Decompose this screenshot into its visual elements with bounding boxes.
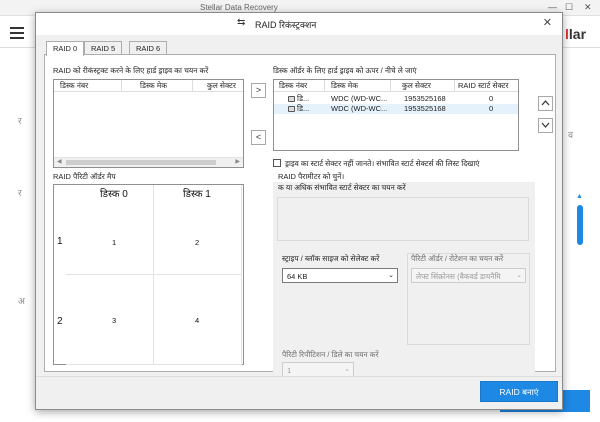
parity-map-header: डिस्क 0 [100,189,128,200]
chevron-down-icon: ⌄ [516,272,522,279]
background-text-fragment: अ [18,296,25,306]
background-text-fragment: र [18,116,22,126]
parity-map-cell: 3 [112,316,117,325]
parity-repetition-label: पैरिटी रिपीटिशन / डिले का चयन करें [282,350,379,359]
chevron-down-icon [541,122,550,128]
parity-order-select[interactable]: लेफ्ट सिंक्रोनस (बैकवर्ड डायनैमि ⌄ [411,268,526,283]
tab-raid-0[interactable]: RAID 0 [46,41,85,56]
disk-number-cell: डि... [288,104,309,114]
start-sector-cell: 0 [489,104,494,113]
parity-order-value: लेफ्ट सिंक्रोनस (बैकवर्ड डायनैमि [416,272,501,281]
app-logo: llar [565,26,587,42]
parity-map-label: RAID पैरिटी ऑर्डर मैप [53,172,116,181]
tab-raid-6[interactable]: RAID 6 [129,41,168,55]
maximize-icon[interactable]: ☐ [565,2,573,13]
parity-map-row-label: 1 [57,236,63,247]
dialog-titlebar: ⇆ RAID रिकंस्ट्रक्शन ✕ [36,13,562,35]
app-close-icon[interactable]: ✕ [584,2,592,13]
total-sectors-cell: 1953525168 [404,104,446,113]
available-drives-header: डिस्क नंबर डिस्क मेक कुल सेक्टर [54,80,243,92]
move-right-button[interactable]: > [251,83,266,98]
chevron-down-icon: ⌄ [344,366,350,373]
column-disk-make[interactable]: डिस्क मेक [331,81,358,91]
tab-content-raid-0: RAID को रीकंस्ट्रक्ट करने के लिए हार्ड ड… [44,54,556,377]
disk-order-label: डिस्क ऑर्डर के लिए हार्ड ड्राइव को ऊपर /… [273,66,417,75]
total-sectors-cell: 1953525168 [404,94,446,103]
scrollbar-thumb[interactable] [66,160,216,165]
chevron-up-icon [541,100,550,106]
column-raid-start-sector[interactable]: RAID स्टार्ट सेक्टर [458,81,509,91]
start-sector-cell: 0 [489,94,494,103]
parity-repetition-select[interactable]: 1 ⌄ [282,362,354,377]
close-icon[interactable]: ✕ [543,16,552,29]
parity-map-cell: 2 [195,238,200,247]
parity-map-cell: 4 [195,316,200,325]
select-drives-label: RAID को रीकंस्ट्रक्ट करने के लिए हार्ड ड… [53,66,209,75]
disk-number-cell: डि... [288,94,309,104]
disk-row[interactable]: डि... WDC (WD-WC... 1953525168 0 [274,94,518,104]
swap-arrows-icon: ⇆ [237,17,246,28]
move-down-button[interactable] [538,118,553,133]
available-drives-list[interactable]: डिस्क नंबर डिस्क मेक कुल सेक्टर ◀ ▶ [53,79,244,168]
column-total-sectors[interactable]: कुल सेक्टर [402,81,431,91]
column-disk-number[interactable]: डिस्क नंबर [279,81,307,91]
parity-order-group [407,253,530,345]
column-disk-number[interactable]: डिस्क नंबर [60,81,88,91]
minimize-icon[interactable]: — [548,2,557,12]
parity-order-label: पैरिटी ऑर्डर / रोटेशन का चयन करें [411,254,504,263]
horizontal-scrollbar[interactable]: ◀ ▶ [54,157,243,167]
chevron-down-icon: ⌄ [388,272,394,279]
raid-reconstruction-dialog: ⇆ RAID रिकंस्ट्रक्शन ✕ RAID 0 RAID 5 RAI… [35,12,563,410]
build-raid-button[interactable]: RAID बनाएं [480,381,558,402]
disk-make-cell: WDC (WD-WC... [331,104,388,113]
raid-parameters-label: RAID पैरामीटर को चुनें। [278,172,345,181]
unknown-start-sector-label: ड्राइव का स्टार्ट सेक्टर नहीं जानते। संभ… [285,159,480,168]
stripe-size-select[interactable]: 64 KB ⌄ [282,268,398,283]
background-scrollbar[interactable] [577,205,583,245]
disk-order-header: डिस्क नंबर डिस्क मेक कुल सेक्टर RAID स्ट… [274,80,518,92]
parity-map-row-label: 2 [57,316,63,327]
parity-map-cell: 1 [112,238,117,247]
column-total-sectors[interactable]: कुल सेक्टर [207,81,236,91]
parity-repetition-value: 1 [287,366,292,375]
unknown-start-sector-checkbox[interactable] [273,159,281,167]
disk-icon [288,106,295,112]
dialog-title: RAID रिकंस्ट्रक्शन [255,20,317,30]
scroll-up-icon[interactable]: ▲ [576,193,583,200]
move-up-button[interactable] [538,96,553,111]
start-sector-selection-label: क या अधिक संभावित स्टार्ट सेक्टर का चयन … [278,183,406,192]
parity-order-map: डिस्क 0 डिस्क 1 1 2 1 2 3 4 [53,184,244,365]
disk-make-cell: WDC (WD-WC... [331,94,388,103]
background-text-fragment: व [568,130,574,140]
column-disk-make[interactable]: डिस्क मेक [140,81,167,91]
scroll-left-icon[interactable]: ◀ [57,158,62,165]
disk-row[interactable]: डि... WDC (WD-WC... 1953525168 0 [274,104,518,114]
hamburger-menu-icon[interactable] [10,27,24,39]
stripe-size-label: स्ट्राइप / ब्लॉक साइज को सेलेक्ट करें [282,254,380,263]
parity-map-header: डिस्क 1 [183,189,211,200]
disk-icon [288,96,295,102]
start-sector-group [277,197,529,241]
background-text-fragment: र [18,188,22,198]
scroll-right-icon[interactable]: ▶ [235,158,240,165]
footer-divider [36,376,562,377]
app-title: Stellar Data Recovery [200,3,278,12]
tab-raid-5[interactable]: RAID 5 [84,41,123,55]
disk-order-list[interactable]: डिस्क नंबर डिस्क मेक कुल सेक्टर RAID स्ट… [273,79,519,151]
move-left-button[interactable]: < [251,130,266,145]
stripe-size-value: 64 KB [287,272,308,281]
